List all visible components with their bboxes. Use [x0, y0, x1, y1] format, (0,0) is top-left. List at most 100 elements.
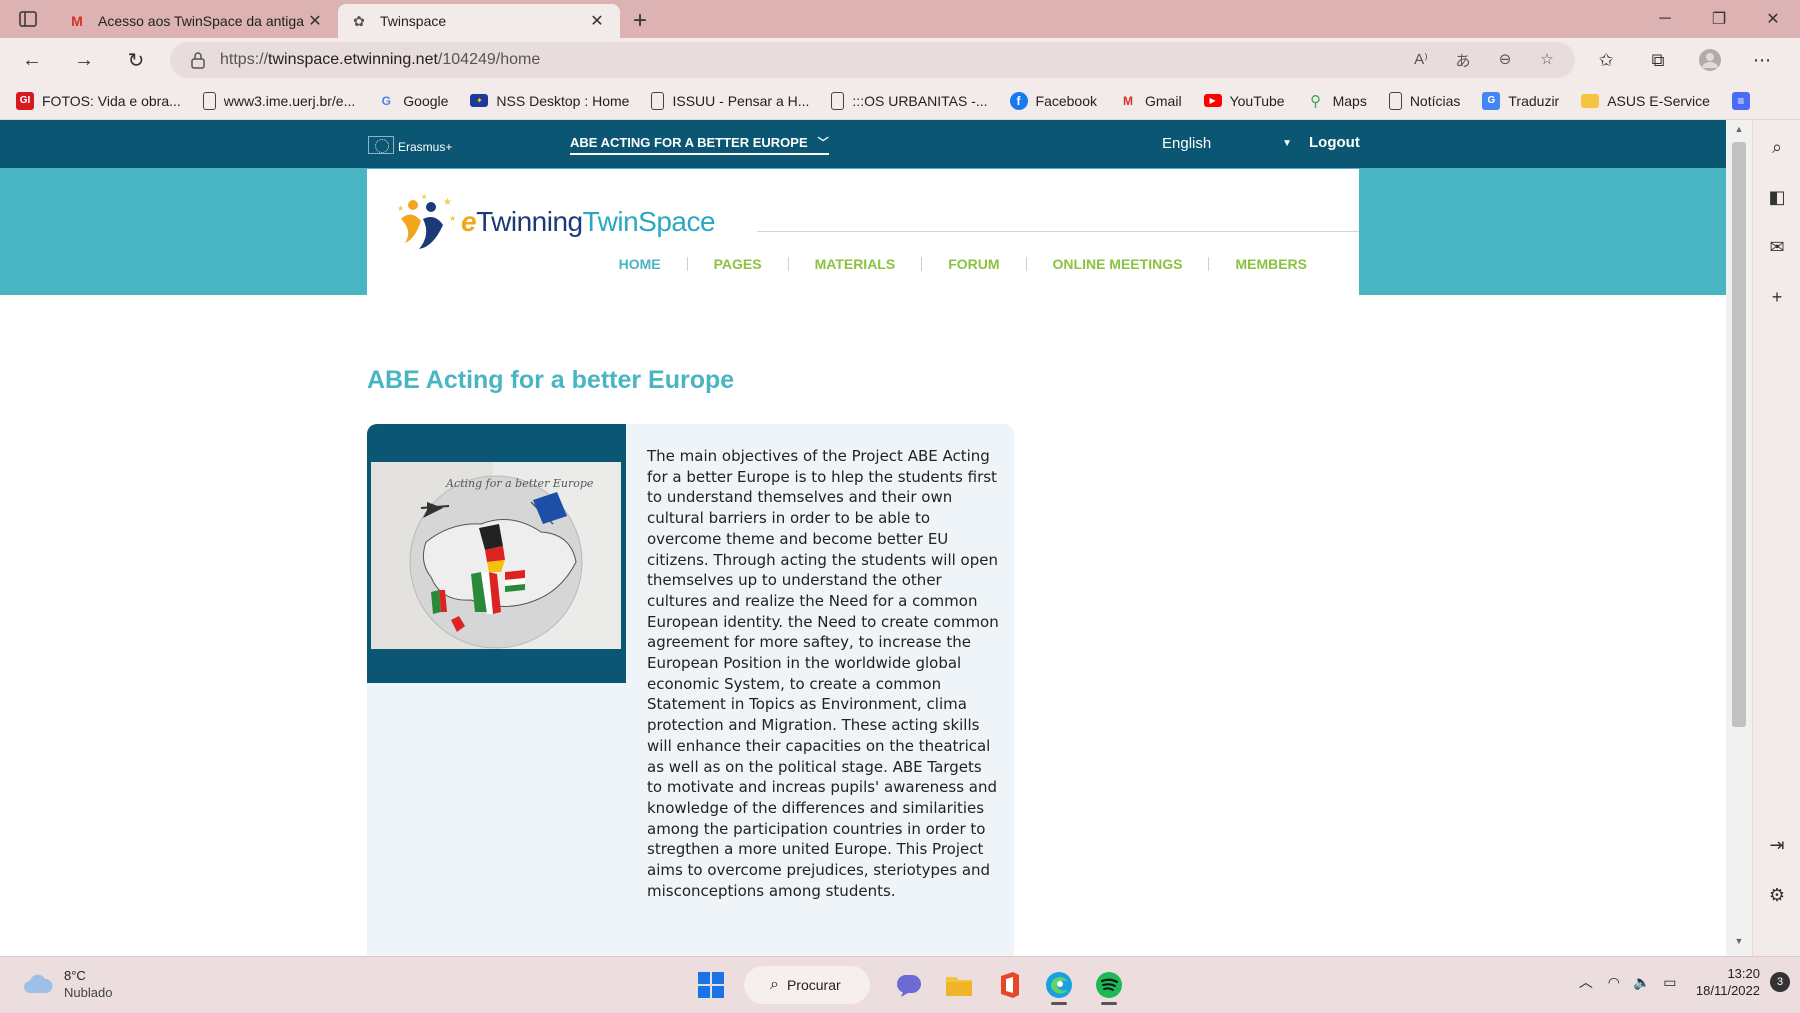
scroll-up-icon[interactable]: ▲ — [1726, 124, 1752, 140]
google-icon: G — [381, 93, 391, 108]
edge-app[interactable] — [1036, 965, 1082, 1005]
page-scrollbar[interactable]: ▲ ▼ — [1726, 120, 1752, 956]
spotify-app[interactable] — [1086, 965, 1132, 1005]
weather-condition: Nublado — [64, 985, 113, 1000]
bookmark-ime-uerj[interactable]: www3.ime.uerj.br/e... — [202, 91, 355, 110]
scroll-down-icon[interactable]: ▼ — [1726, 936, 1752, 952]
notification-badge[interactable]: 3 — [1770, 972, 1790, 992]
add-sidebar-app-icon[interactable]: + — [1753, 272, 1800, 322]
bookmark-maps[interactable]: ⚲ Maps — [1307, 92, 1367, 110]
chevron-up-icon[interactable]: ︿ — [1572, 972, 1600, 992]
back-button[interactable]: ← — [6, 38, 58, 82]
taskbar-apps: ⌕ Procurar — [686, 965, 1134, 1005]
gi-logo-icon: GI — [16, 91, 34, 110]
add-favorite-icon[interactable]: ☆ — [1529, 50, 1565, 71]
tab-actions-menu-button[interactable] — [0, 0, 56, 38]
tab-twinspace[interactable]: ✿ Twinspace ✕ — [338, 4, 620, 38]
bookmark-noticias[interactable]: Notícias — [1388, 91, 1460, 110]
bookmark-issuu[interactable]: ISSUU - Pensar a H... — [651, 91, 809, 110]
window-controls: ─ ❐ ✕ — [1638, 0, 1800, 38]
restore-icon[interactable]: ❐ — [1692, 0, 1746, 38]
bookmark-urbanitas[interactable]: :::OS URBANITAS -... — [831, 91, 988, 110]
project-menu-dropdown[interactable]: ABE ACTING FOR A BETTER EUROPE ﹀ — [570, 134, 829, 155]
bookmark-asus[interactable]: ASUS E-Service — [1581, 93, 1710, 109]
search-icon: ⌕ — [770, 976, 779, 993]
project-image-frame: Acting for a better Europe — [367, 424, 626, 683]
tab-gmail[interactable]: M Acesso aos TwinSpace da antiga ✕ — [56, 4, 338, 38]
refresh-button[interactable]: ↻ — [110, 38, 162, 82]
bookmark-facebook[interactable]: f Facebook — [1009, 91, 1097, 110]
bookmark-traduzir[interactable]: G Traduzir — [1482, 91, 1560, 110]
page-icon — [651, 91, 665, 110]
taskbar-search[interactable]: ⌕ Procurar — [744, 966, 870, 1004]
more-options-icon[interactable]: ⋯ — [1736, 38, 1788, 82]
windows-logo-icon — [698, 972, 724, 998]
address-actions: A⁾ あ ⊖ ☆ — [1403, 50, 1575, 71]
wifi-icon[interactable]: ◠ — [1600, 974, 1628, 991]
nav-materials[interactable]: MATERIALS — [787, 257, 922, 271]
system-tray: ︿ ◠ 🔈 ▭ 13:20 18/11/2022 3 — [1572, 965, 1790, 999]
office-app[interactable] — [986, 965, 1032, 1005]
site-header: ★ ★ ★ ★ eTwinningTwinSpace HOME PAGES MA… — [367, 169, 1359, 295]
profile-avatar[interactable] — [1684, 38, 1736, 82]
start-button[interactable] — [688, 965, 734, 1005]
project-image[interactable]: Acting for a better Europe — [371, 462, 621, 649]
bookmark-youtube[interactable]: ▶ YouTube — [1203, 93, 1285, 109]
weather-widget[interactable]: 8°C Nublado — [22, 967, 112, 1001]
collections-icon[interactable]: ⧉ — [1632, 38, 1684, 82]
windows-taskbar: 8°C Nublado ⌕ Procurar ︿ ◠ 🔈 ▭ 13:20 18/… — [0, 956, 1800, 1013]
battery-icon[interactable]: ▭ — [1656, 974, 1684, 991]
read-aloud-icon[interactable]: A⁾ — [1403, 50, 1439, 71]
gmail-icon: M — [1123, 93, 1133, 108]
zoom-out-icon[interactable]: ⊖ — [1487, 50, 1523, 71]
new-tab-button[interactable]: + — [620, 4, 660, 38]
page-icon — [202, 91, 216, 110]
etwinning-logo[interactable]: ★ ★ ★ ★ eTwinningTwinSpace — [393, 191, 716, 253]
volume-icon[interactable]: 🔈 — [1628, 974, 1656, 991]
office-icon[interactable]: ◧ — [1753, 172, 1800, 222]
bookmark-google[interactable]: G Google — [377, 92, 449, 110]
minimize-icon[interactable]: ─ — [1638, 0, 1692, 38]
bookmark-overflow[interactable]: ≡ — [1731, 91, 1758, 110]
address-field[interactable]: https://twinspace.etwinning.net/104249/h… — [170, 42, 1575, 78]
bookmark-fotos[interactable]: GI FOTOS: Vida e obra... — [16, 91, 181, 110]
bookmark-nss-desktop[interactable]: ✦ NSS Desktop : Home — [470, 93, 629, 109]
tab-title: Acesso aos TwinSpace da antiga — [98, 13, 304, 29]
close-window-icon[interactable]: ✕ — [1746, 0, 1800, 38]
svg-text:★: ★ — [449, 214, 456, 223]
logout-link[interactable]: Logout — [1309, 134, 1360, 151]
nav-online-meetings[interactable]: ONLINE MEETINGS — [1025, 257, 1209, 271]
outlook-icon[interactable]: ✉ — [1753, 222, 1800, 272]
hide-sidebar-icon[interactable]: ⇥ — [1753, 820, 1800, 870]
nav-pages[interactable]: PAGES — [686, 257, 788, 271]
edge-sidebar: ⌕ ◧ ✉ + ⇥ ⚙ — [1752, 120, 1800, 956]
erasmus-label: Erasmus+ — [398, 140, 453, 154]
language-select[interactable]: English ▼ — [1162, 135, 1292, 152]
folder-icon — [1581, 93, 1600, 108]
tab-title: Twinspace — [380, 13, 447, 29]
bookmark-label: Traduzir — [1508, 92, 1560, 109]
scrollbar-thumb[interactable] — [1732, 142, 1746, 727]
search-icon[interactable]: ⌕ — [1753, 122, 1800, 172]
close-tab-icon[interactable]: ✕ — [586, 10, 608, 32]
bookmark-gmail[interactable]: M Gmail — [1119, 92, 1182, 110]
teams-chat-app[interactable] — [886, 965, 932, 1005]
clock-date: 18/11/2022 — [1695, 983, 1760, 998]
forward-button[interactable]: → — [58, 38, 110, 82]
maps-icon: ⚲ — [1310, 92, 1322, 110]
file-explorer-app[interactable] — [936, 965, 982, 1005]
twinspace-favicon-icon: ✿ — [353, 12, 365, 29]
gear-icon[interactable]: ⚙ — [1753, 870, 1800, 920]
clock-time: 13:20 — [1727, 966, 1760, 981]
project-menu-label: ABE ACTING FOR A BETTER EUROPE — [570, 134, 808, 150]
close-tab-icon[interactable]: ✕ — [304, 10, 326, 32]
browser-tab-bar: M Acesso aos TwinSpace da antiga ✕ ✿ Twi… — [0, 0, 1800, 38]
facebook-icon: f — [1009, 91, 1028, 110]
translate-page-icon[interactable]: あ — [1445, 50, 1481, 71]
erasmus-logo[interactable]: Erasmus+ — [368, 136, 452, 154]
nav-forum[interactable]: FORUM — [921, 257, 1025, 271]
favorites-icon[interactable]: ✩ — [1580, 38, 1632, 82]
nav-home[interactable]: HOME — [593, 257, 687, 271]
nav-members[interactable]: MEMBERS — [1208, 257, 1333, 271]
clock[interactable]: 13:20 18/11/2022 — [1696, 965, 1760, 999]
